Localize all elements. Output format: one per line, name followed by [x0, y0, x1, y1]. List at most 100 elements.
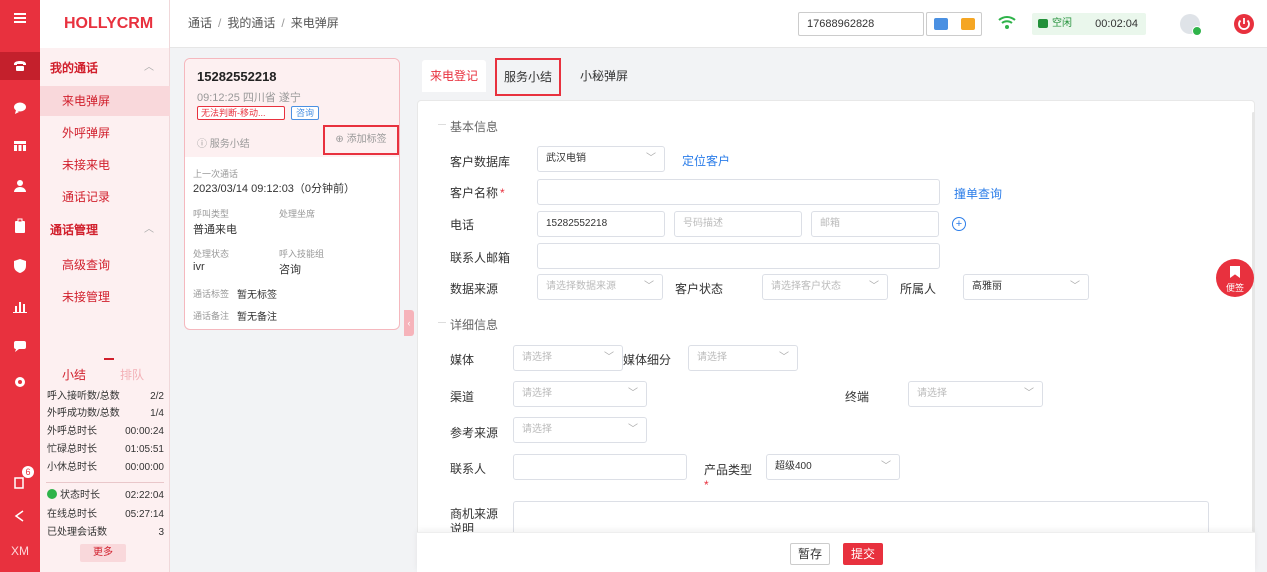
add-tag-button[interactable]: ⊕ 添加标签: [323, 125, 399, 155]
product-type-value: 超级400: [775, 461, 812, 472]
nav-item-call-records[interactable]: 通话记录: [40, 182, 170, 212]
ref-source-label: 参考来源: [450, 426, 499, 440]
tab-service-summary[interactable]: 服务小结: [495, 58, 561, 96]
tab-summary[interactable]: 小结: [62, 366, 86, 383]
customer-db-select[interactable]: 武汉电销 ﹀: [537, 146, 665, 172]
ref-source-placeholder: 请选择: [522, 424, 552, 435]
memo-label: 便签: [1225, 283, 1244, 293]
tab-queue[interactable]: 排队: [120, 366, 144, 383]
stat-label: 呼入接听数/总数: [47, 391, 120, 402]
owner-label: 所属人: [900, 282, 937, 296]
tab-assistant-popup[interactable]: 小秘弹屏: [572, 60, 636, 92]
check-icon: [47, 489, 57, 499]
breadcrumb-item[interactable]: 通话: [188, 16, 212, 30]
tab-indicator: [104, 358, 114, 360]
im-icon[interactable]: [960, 18, 975, 30]
phone-icon[interactable]: [0, 52, 40, 80]
breadcrumb-item: 来电弹屏: [290, 16, 339, 30]
email-input[interactable]: 邮箱: [811, 211, 939, 237]
chat-icon[interactable]: [0, 94, 40, 122]
brand-logo: HOLLYCRM: [40, 0, 169, 48]
product-type-select[interactable]: 超级400 ﹀: [766, 454, 900, 480]
collapse-card-handle[interactable]: ‹: [404, 310, 414, 336]
nav-item-incoming-popup[interactable]: 来电弹屏: [40, 86, 170, 116]
field-label: 呼入技能组: [279, 249, 325, 259]
nav-item-outbound-popup[interactable]: 外呼弹屏: [40, 118, 170, 148]
customer-status-select[interactable]: 请选择客户状态 ﹀: [762, 274, 888, 300]
section-basic-info: 基本信息: [437, 120, 499, 134]
memo-button[interactable]: 便签: [1216, 259, 1254, 297]
save-draft-button[interactable]: 暂存: [790, 543, 830, 565]
chevron-up-icon: ︿: [144, 224, 154, 235]
phone-action-group: [926, 12, 982, 36]
service-summary-link[interactable]: ⓘ 服务小结: [197, 135, 250, 150]
notification-icon[interactable]: [0, 468, 40, 496]
stat-row: 在线总时长 05:27:14: [47, 506, 164, 524]
stat-label: 在线总时长: [47, 509, 97, 520]
menu-icon[interactable]: [0, 4, 40, 32]
dial-icon[interactable]: [933, 18, 948, 30]
chevron-down-icon: ﹀: [779, 352, 789, 363]
data-source-placeholder: 请选择数据来源: [546, 281, 616, 292]
stat-row: 外呼成功数/总数 1/4: [47, 405, 164, 423]
submit-button[interactable]: 提交: [843, 543, 883, 565]
terminal-placeholder: 请选择: [917, 388, 947, 399]
contact-email-input[interactable]: [537, 243, 940, 269]
chevron-down-icon: ﹀: [881, 461, 891, 472]
field-label: 通话备注: [193, 311, 230, 321]
tab-incoming-register[interactable]: 来电登记: [422, 60, 486, 92]
grid-icon[interactable]: [0, 132, 40, 160]
field-label: 通话标签: [193, 289, 230, 299]
shield-icon[interactable]: [0, 252, 40, 280]
field-value: 暂无备注: [237, 312, 277, 323]
field-value: 暂无标签: [237, 290, 277, 301]
collapse-icon[interactable]: [0, 502, 40, 530]
form-footer: 暂存 提交: [417, 532, 1255, 572]
required-mark: *: [500, 186, 505, 200]
plus-circle-icon: ⊕: [335, 134, 344, 145]
clipboard-icon[interactable]: [0, 212, 40, 240]
media-select[interactable]: 请选择 ﹀: [513, 345, 623, 371]
locate-customer-link[interactable]: 定位客户: [682, 152, 730, 169]
avatar[interactable]: [1180, 14, 1202, 36]
channel-select[interactable]: 请选择 ﹀: [513, 381, 647, 407]
nav-group-call-mgmt[interactable]: 通话管理 ︿: [40, 216, 170, 244]
nav-item-missed-calls[interactable]: 未接来电: [40, 150, 170, 180]
media-label: 媒体: [450, 353, 475, 367]
phone-number-field[interactable]: 17688962828: [798, 12, 924, 36]
chevron-up-icon: ︿: [144, 62, 154, 73]
user-initials[interactable]: XM: [0, 544, 40, 558]
phone-input[interactable]: 15282552218: [537, 211, 665, 237]
stat-label: 忙碌总时长: [47, 444, 97, 455]
ref-source-select[interactable]: 请选择 ﹀: [513, 417, 647, 443]
contact-input[interactable]: [513, 454, 687, 480]
breadcrumb-item[interactable]: 我的通话: [227, 16, 275, 30]
call-card[interactable]: 15282552218 09:12:25 四川省 遂宁 无法判断-移动... 咨…: [184, 58, 400, 330]
nav-item-advanced-query[interactable]: 高级查询: [40, 250, 170, 280]
owner-select[interactable]: 高雅丽 ﹀: [963, 274, 1089, 300]
nav-group-my-calls[interactable]: 我的通话 ︿: [40, 54, 170, 82]
user-icon[interactable]: [0, 172, 40, 200]
media-sub-select[interactable]: 请选择 ﹀: [688, 345, 798, 371]
stat-label: 状态时长: [60, 490, 100, 501]
scrollbar[interactable]: [1252, 112, 1255, 532]
gear-icon[interactable]: [0, 368, 40, 396]
add-phone-icon[interactable]: +: [952, 217, 966, 231]
nav-item-missed-mgmt[interactable]: 未接管理: [40, 282, 170, 312]
stat-row: 状态时长 02:22:04: [47, 487, 164, 505]
more-button[interactable]: 更多: [80, 544, 126, 562]
stat-row: 外呼总时长 00:00:24: [47, 423, 164, 441]
duplicate-check-link[interactable]: 撞单查询: [954, 185, 1002, 202]
bar-chart-icon[interactable]: [0, 292, 40, 320]
top-bar: 通话 / 我的通话 / 来电弹屏 17688962828 空闲 00:02:04: [170, 0, 1267, 48]
data-source-select[interactable]: 请选择数据来源 ﹀: [537, 274, 663, 300]
phone-desc-input[interactable]: 号码描述: [674, 211, 802, 237]
field-value: 2023/03/14 09:12:03（0分钟前）: [193, 183, 356, 195]
message-icon[interactable]: [0, 332, 40, 360]
phone-status-icon: [1038, 19, 1048, 28]
add-tag-label: 添加标签: [346, 134, 387, 145]
customer-name-input[interactable]: [537, 179, 940, 205]
power-icon[interactable]: [1234, 14, 1254, 34]
terminal-select[interactable]: 请选择 ﹀: [908, 381, 1043, 407]
agent-status[interactable]: 空闲 00:02:04: [1032, 13, 1146, 35]
